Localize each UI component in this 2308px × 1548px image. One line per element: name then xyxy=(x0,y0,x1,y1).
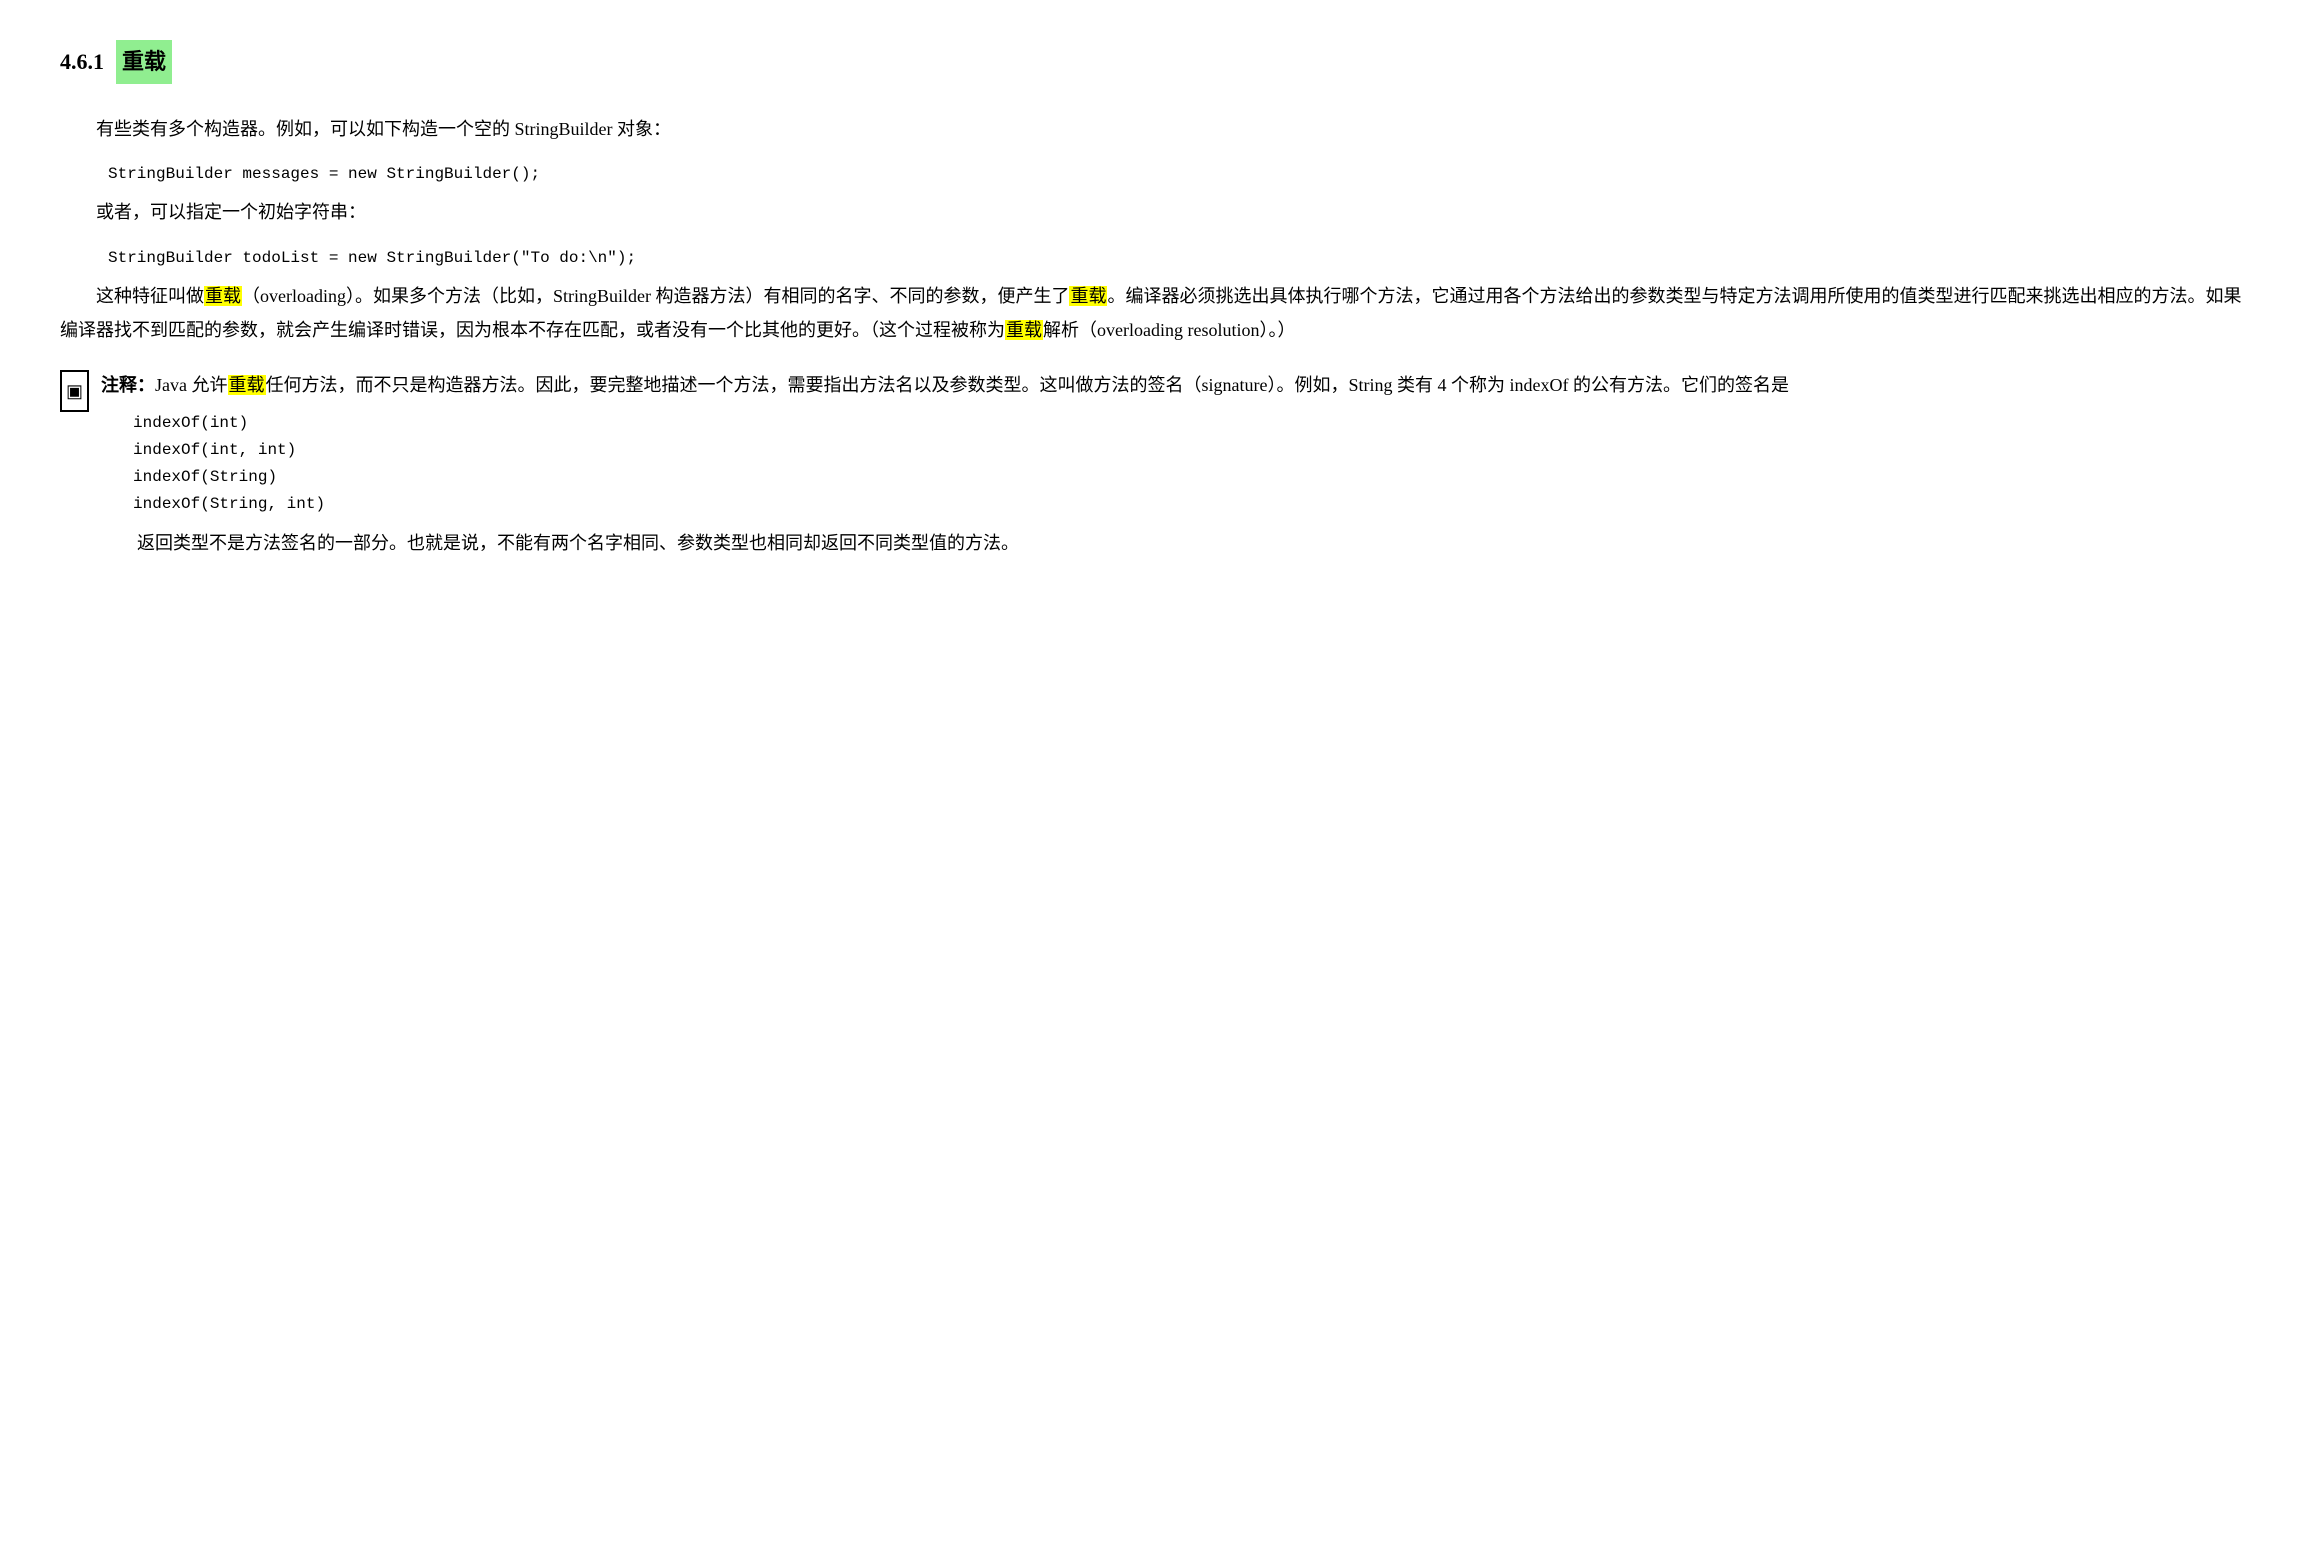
note-p2-text: 返回类型不是方法签名的一部分。也就是说，不能有两个名字相同、参数类型也相同却返回… xyxy=(137,533,1019,553)
note-p1-before: Java 允许 xyxy=(155,375,227,395)
paragraph-2-text: 或者，可以指定一个初始字符串： xyxy=(96,202,366,222)
note-paragraph-2: 返回类型不是方法签名的一部分。也就是说，不能有两个名字相同、参数类型也相同却返回… xyxy=(101,526,2248,560)
note-icon: ▣ xyxy=(60,370,89,412)
note-content: 注释：Java 允许重载任何方法，而不只是构造器方法。因此，要完整地描述一个方法… xyxy=(101,368,2248,561)
paragraph-overloading: 这种特征叫做重载（overloading）。如果多个方法（比如，StringBu… xyxy=(60,279,2248,347)
note-code-line-2: indexOf(int, int) xyxy=(133,437,2248,464)
highlight-2: 重载 xyxy=(1069,286,1107,306)
section-number: 4.6.1 xyxy=(60,42,104,82)
code-block-2: StringBuilder todoList = new StringBuild… xyxy=(108,246,2248,272)
note-p1-after: 任何方法，而不只是构造器方法。因此，要完整地描述一个方法，需要指出方法名以及参数… xyxy=(266,375,1789,395)
note-label: 注释： xyxy=(101,375,155,395)
p3-before1: 这种特征叫做 xyxy=(96,286,204,306)
code-1-text: StringBuilder messages = new StringBuild… xyxy=(108,165,540,183)
paragraph-2: 或者，可以指定一个初始字符串： xyxy=(60,195,2248,229)
note-block: ▣ 注释：Java 允许重载任何方法，而不只是构造器方法。因此，要完整地描述一个… xyxy=(60,368,2248,561)
note-code-block: indexOf(int) indexOf(int, int) indexOf(S… xyxy=(133,410,2248,519)
note-code-line-1: indexOf(int) xyxy=(133,410,2248,437)
code-block-1: StringBuilder messages = new StringBuild… xyxy=(108,162,2248,188)
section-heading: 重载 xyxy=(116,40,172,84)
p3-end: 解析（overloading resolution）。） xyxy=(1043,320,1295,340)
paragraph-1-text: 有些类有多个构造器。例如，可以如下构造一个空的 StringBuilder 对象… xyxy=(96,119,671,139)
note-code-line-3: indexOf(String) xyxy=(133,464,2248,491)
paragraph-1: 有些类有多个构造器。例如，可以如下构造一个空的 StringBuilder 对象… xyxy=(60,112,2248,146)
highlight-3: 重载 xyxy=(1005,320,1043,340)
note-highlight: 重载 xyxy=(228,375,266,395)
code-2-text: StringBuilder todoList = new StringBuild… xyxy=(108,249,636,267)
section-title-container: 4.6.1 重载 xyxy=(60,40,2248,84)
note-code-line-4: indexOf(String, int) xyxy=(133,491,2248,518)
highlight-1: 重载 xyxy=(204,286,242,306)
p3-mid1: （overloading）。如果多个方法（比如，StringBuilder 构造… xyxy=(242,286,1069,306)
